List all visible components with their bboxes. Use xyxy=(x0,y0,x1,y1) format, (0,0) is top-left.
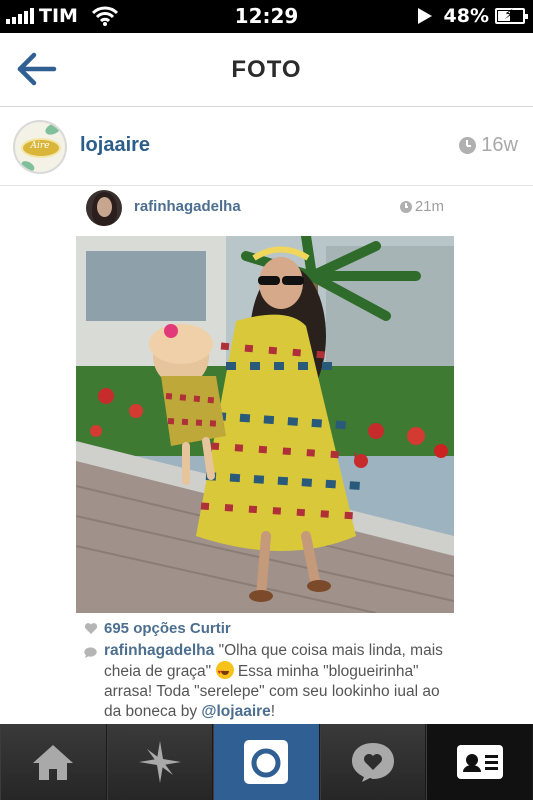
camera-icon xyxy=(244,740,289,784)
battery-percent: 48% xyxy=(443,5,489,27)
tab-camera[interactable] xyxy=(213,724,320,800)
post-username[interactable]: lojaaire xyxy=(80,134,150,157)
explore-icon xyxy=(138,741,181,783)
comment-mention-link[interactable]: @lojaaire xyxy=(201,703,270,720)
tab-home[interactable] xyxy=(0,724,107,800)
shared-time-text: 21m xyxy=(414,198,444,215)
page-title: FOTO xyxy=(231,56,302,83)
avatar-logo-text: Aire xyxy=(30,141,50,151)
avatar-leaf-decoration xyxy=(43,122,63,137)
shared-avatar[interactable] xyxy=(86,190,122,226)
avatar[interactable]: Aire xyxy=(13,120,67,174)
caption-comment: rafinhagadelha "Olha que coisa mais lind… xyxy=(84,641,454,722)
comment-username[interactable]: rafinhagadelha xyxy=(104,642,214,659)
arrow-left-icon xyxy=(17,52,57,86)
comment-bubble-icon xyxy=(84,647,97,658)
tab-activity[interactable] xyxy=(319,724,427,800)
comment-suffix: ! xyxy=(270,703,276,720)
clock-icon xyxy=(459,137,477,154)
status-bar: TIM 12:29 48% ⚡ xyxy=(0,0,533,33)
nav-header: FOTO xyxy=(0,33,533,107)
heart-icon xyxy=(84,623,98,634)
profile-icon xyxy=(456,745,503,779)
battery-icon: ⚡ xyxy=(495,7,528,24)
comment-body: rafinhagadelha "Olha que coisa mais lind… xyxy=(104,641,454,722)
play-icon xyxy=(417,8,432,24)
likes-count[interactable]: 695 opções Curtir xyxy=(104,620,231,637)
clock-icon xyxy=(399,200,412,213)
tab-profile[interactable] xyxy=(426,724,533,800)
avatar-face xyxy=(97,197,112,217)
avatar-leaf-decoration xyxy=(19,159,37,172)
post-photo[interactable] xyxy=(76,236,454,613)
post-time-text: 16w xyxy=(481,134,518,156)
tab-bar xyxy=(0,724,533,800)
shared-username[interactable]: rafinhagadelha xyxy=(134,198,241,215)
post-timestamp: 16w xyxy=(459,134,518,157)
activity-icon xyxy=(352,743,395,782)
back-button[interactable] xyxy=(16,49,60,89)
heart-eyes-emoji-icon xyxy=(215,661,234,683)
status-right: 48% ⚡ xyxy=(417,5,528,27)
post-header: Aire lojaaire 16w xyxy=(0,108,533,186)
tab-explore[interactable] xyxy=(106,724,214,800)
likes-row: 695 opções Curtir xyxy=(84,620,231,637)
home-icon xyxy=(33,745,74,780)
charging-bolt-icon: ⚡ xyxy=(504,7,514,23)
shared-timestamp: 21m xyxy=(399,198,444,215)
photo-illustration xyxy=(76,236,454,613)
